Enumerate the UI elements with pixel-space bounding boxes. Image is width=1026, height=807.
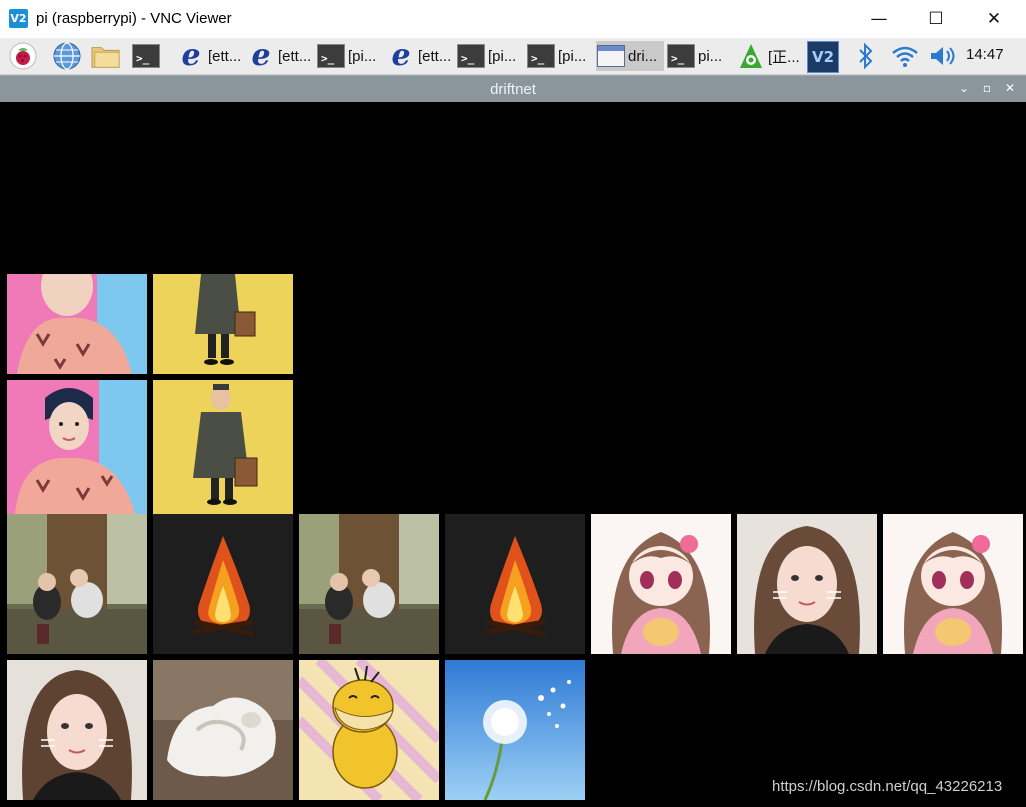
vnc-server-icon[interactable]: V2: [807, 41, 839, 73]
web-browser-icon[interactable]: [52, 41, 82, 71]
captured-image-girl-selfie[interactable]: [7, 660, 147, 800]
window-menu-button[interactable]: ⌄: [956, 80, 972, 96]
e-editor-icon: e: [391, 41, 411, 71]
taskbar-task-6[interactable]: >_ [pi...: [526, 41, 594, 71]
captured-image-girl-selfie[interactable]: [737, 514, 877, 654]
captured-image-pink-shirt-portrait[interactable]: [7, 380, 147, 514]
window-maximize-button[interactable]: ▫: [979, 80, 995, 96]
taskbar-task-driftnet[interactable]: dri...: [596, 41, 664, 71]
window-close-button[interactable]: ✕: [1002, 80, 1018, 96]
taskbar-task-8[interactable]: >_ pi...: [666, 41, 734, 71]
captured-image-campfire[interactable]: [445, 514, 585, 654]
terminal-icon: >_: [667, 44, 695, 68]
captured-image-campfire[interactable]: [153, 514, 293, 654]
captured-image-jade-carving[interactable]: [153, 660, 293, 800]
bluetooth-icon[interactable]: [851, 41, 881, 71]
captured-image-children-by-tree[interactable]: [299, 514, 439, 654]
terminal-icon: >_: [317, 44, 345, 68]
wifi-icon[interactable]: [890, 41, 920, 71]
raspberry-pi-taskbar: >_ e [ett... e [ett... >_ [pi... e [ett... >…: [0, 38, 1026, 75]
taskbar-task-2[interactable]: e [ett...: [246, 41, 314, 71]
driftnet-image-canvas: [0, 102, 1026, 807]
vnc-title-bar: V2 pi (raspberrypi) - VNC Viewer — ☐ ✕: [0, 0, 1026, 39]
taskbar-task-4[interactable]: e [ett...: [386, 41, 454, 71]
taskbar-clock: 14:47: [966, 46, 1004, 63]
csdn-watermark: https://blog.csdn.net/qq_43226213: [772, 778, 1003, 795]
terminal-icon: >_: [457, 44, 485, 68]
minimize-button[interactable]: —: [851, 0, 907, 38]
terminal-icon[interactable]: >_: [131, 41, 161, 71]
captured-image-psyduck[interactable]: [299, 660, 439, 800]
driftnet-title-bar: driftnet ⌄ ▫ ✕: [0, 75, 1026, 103]
taskbar-task-1[interactable]: e [ett...: [176, 41, 244, 71]
volume-icon[interactable]: [928, 41, 958, 71]
window-icon: [597, 45, 625, 67]
maximize-button[interactable]: ☐: [908, 0, 964, 38]
file-manager-icon[interactable]: [91, 41, 121, 71]
package-icon: [740, 44, 762, 68]
taskbar-task-5[interactable]: >_ [pi...: [456, 41, 524, 71]
taskbar-task-3[interactable]: >_ [pi...: [316, 41, 384, 71]
close-button[interactable]: ✕: [966, 0, 1022, 38]
captured-image-pink-shirt-portrait[interactable]: [7, 274, 147, 374]
captured-image-dandelion[interactable]: [445, 660, 585, 800]
raspberry-menu-icon[interactable]: [8, 41, 38, 71]
e-editor-icon: e: [251, 41, 271, 71]
captured-image-man-in-coat[interactable]: [153, 274, 293, 374]
window-title: pi (raspberrypi) - VNC Viewer: [36, 10, 232, 27]
driftnet-title: driftnet: [490, 81, 536, 98]
captured-image-anime-girl[interactable]: [883, 514, 1023, 654]
e-editor-icon: e: [181, 41, 201, 71]
captured-image-anime-girl[interactable]: [591, 514, 731, 654]
vnc-viewer-icon: V2: [9, 9, 28, 28]
captured-image-children-by-tree[interactable]: [7, 514, 147, 654]
captured-image-man-in-coat[interactable]: [153, 380, 293, 514]
terminal-icon: >_: [527, 44, 555, 68]
taskbar-task-9[interactable]: [正...: [736, 41, 804, 71]
